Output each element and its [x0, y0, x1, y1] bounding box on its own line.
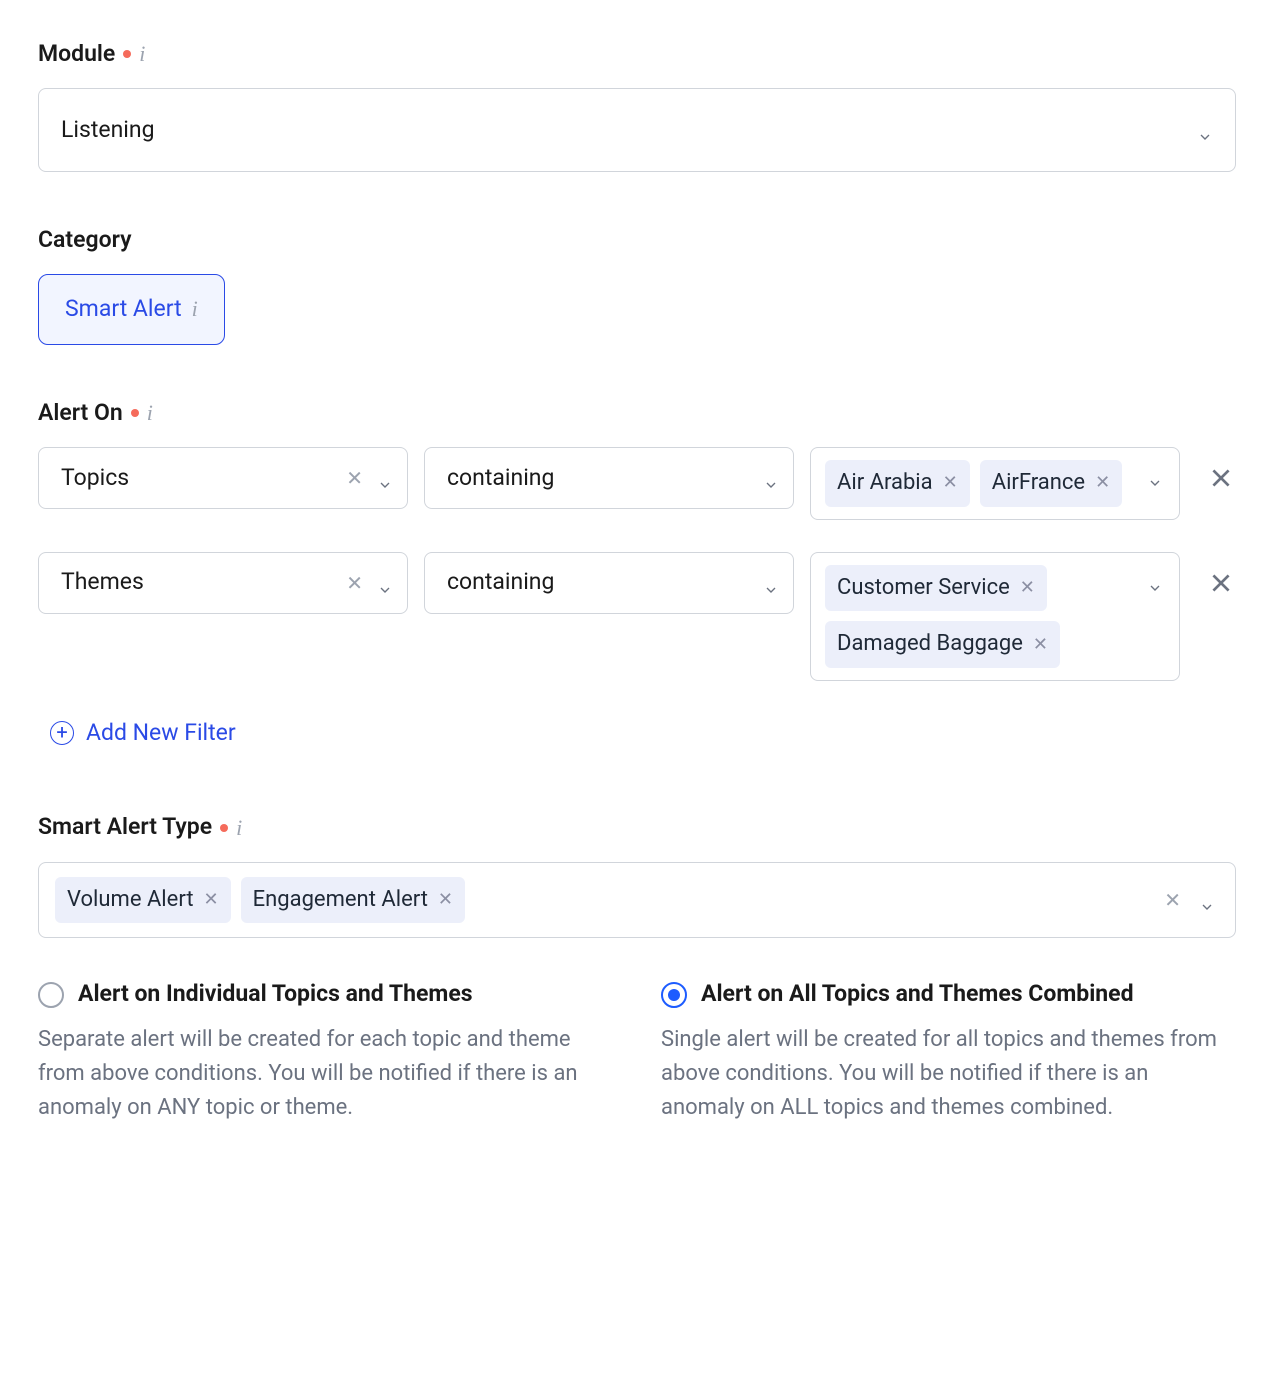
category-label-row: Category: [38, 224, 1236, 256]
info-icon: i: [192, 298, 198, 320]
chevron-down-icon: [763, 575, 779, 591]
remove-chip-icon[interactable]: ✕: [438, 891, 453, 909]
remove-chip-icon[interactable]: ✕: [1033, 636, 1048, 654]
chevron-down-icon: [1197, 122, 1213, 138]
category-smart-alert-button[interactable]: Smart Alert i: [38, 274, 225, 344]
plus-circle-icon: [50, 721, 74, 745]
smart-alert-type-label: Smart Alert Type: [38, 811, 212, 843]
chevron-down-icon: [377, 470, 393, 486]
filter-values-select[interactable]: Air Arabia ✕ AirFrance ✕: [810, 447, 1180, 520]
module-value: Listening: [61, 114, 154, 146]
alert-mode-combined-radio[interactable]: Alert on All Topics and Themes Combined: [661, 978, 1236, 1010]
alert-on-label: Alert On: [38, 397, 123, 429]
mode-title: Alert on All Topics and Themes Combined: [701, 978, 1134, 1010]
mode-title: Alert on Individual Topics and Themes: [78, 978, 473, 1010]
clear-filter-type-icon[interactable]: ✕: [342, 569, 367, 597]
alert-on-field: Alert On i Topics ✕ containing Air Arabi…: [38, 397, 1236, 750]
filter-operator-select[interactable]: containing: [424, 447, 794, 509]
radio-icon: [38, 982, 64, 1008]
add-new-filter-button[interactable]: Add New Filter: [38, 717, 236, 749]
clear-filter-type-icon[interactable]: ✕: [342, 464, 367, 492]
filter-row: Themes ✕ containing Customer Service ✕ D…: [38, 552, 1236, 682]
chevron-down-icon: [377, 575, 393, 591]
alert-mode-options: Alert on Individual Topics and Themes Se…: [38, 978, 1236, 1124]
info-icon[interactable]: i: [236, 817, 242, 839]
filter-value-chip: Damaged Baggage ✕: [825, 621, 1060, 668]
filter-operator-value: containing: [439, 566, 763, 598]
chip-label: AirFrance: [992, 468, 1085, 499]
filter-type-select[interactable]: Topics ✕: [38, 447, 408, 509]
remove-chip-icon[interactable]: ✕: [1095, 474, 1110, 492]
filter-value-chip: AirFrance ✕: [980, 460, 1122, 507]
category-selected-label: Smart Alert: [65, 293, 182, 325]
filter-type-value: Themes: [53, 566, 342, 598]
clear-all-icon[interactable]: ✕: [1160, 886, 1185, 914]
mode-description: Single alert will be created for all top…: [661, 1023, 1236, 1125]
filter-type-value: Topics: [53, 462, 342, 494]
alert-mode-individual-radio[interactable]: Alert on Individual Topics and Themes: [38, 978, 613, 1010]
remove-filter-row-button[interactable]: [1196, 552, 1246, 614]
module-select[interactable]: Listening: [38, 88, 1236, 172]
remove-chip-icon[interactable]: ✕: [943, 474, 958, 492]
module-label-row: Module i: [38, 38, 1236, 70]
filter-row: Topics ✕ containing Air Arabia ✕ AirFran…: [38, 447, 1236, 520]
info-icon[interactable]: i: [139, 43, 145, 65]
alert-on-label-row: Alert On i: [38, 397, 1236, 429]
filter-type-select[interactable]: Themes ✕: [38, 552, 408, 614]
chip-label: Customer Service: [837, 573, 1010, 604]
chevron-down-icon: [1147, 468, 1163, 484]
smart-alert-type-field: Smart Alert Type i Volume Alert ✕ Engage…: [38, 811, 1236, 938]
smart-alert-type-label-row: Smart Alert Type i: [38, 811, 1236, 843]
filter-operator-select[interactable]: containing: [424, 552, 794, 614]
filter-operator-value: containing: [439, 462, 763, 494]
chip-label: Air Arabia: [837, 468, 933, 499]
chevron-down-icon: [1199, 892, 1215, 908]
smart-alert-type-select[interactable]: Volume Alert ✕ Engagement Alert ✕ ✕: [38, 862, 1236, 939]
module-field: Module i Listening: [38, 38, 1236, 172]
mode-description: Separate alert will be created for each …: [38, 1023, 613, 1125]
alert-mode-individual: Alert on Individual Topics and Themes Se…: [38, 978, 613, 1124]
filter-values-select[interactable]: Customer Service ✕ Damaged Baggage ✕: [810, 552, 1180, 682]
module-label: Module: [38, 38, 115, 70]
radio-icon: [661, 982, 687, 1008]
required-dot: [131, 409, 139, 417]
remove-chip-icon[interactable]: ✕: [1020, 579, 1035, 597]
chip-label: Engagement Alert: [253, 885, 428, 916]
chevron-down-icon: [763, 470, 779, 486]
chevron-down-icon: [1147, 573, 1163, 589]
required-dot: [123, 50, 131, 58]
filter-value-chip: Customer Service ✕: [825, 565, 1047, 612]
info-icon[interactable]: i: [147, 402, 153, 424]
alert-mode-combined: Alert on All Topics and Themes Combined …: [661, 978, 1236, 1124]
remove-filter-row-button[interactable]: [1196, 447, 1246, 509]
filter-rows: Topics ✕ containing Air Arabia ✕ AirFran…: [38, 447, 1236, 681]
add-filter-label: Add New Filter: [86, 717, 236, 749]
remove-chip-icon[interactable]: ✕: [204, 891, 219, 909]
chip-label: Damaged Baggage: [837, 629, 1023, 660]
filter-value-chip: Air Arabia ✕: [825, 460, 970, 507]
category-label: Category: [38, 224, 132, 256]
alert-type-chip: Volume Alert ✕: [55, 877, 231, 924]
chip-label: Volume Alert: [67, 885, 194, 916]
alert-type-chip: Engagement Alert ✕: [241, 877, 465, 924]
category-field: Category Smart Alert i: [38, 224, 1236, 344]
required-dot: [220, 824, 228, 832]
